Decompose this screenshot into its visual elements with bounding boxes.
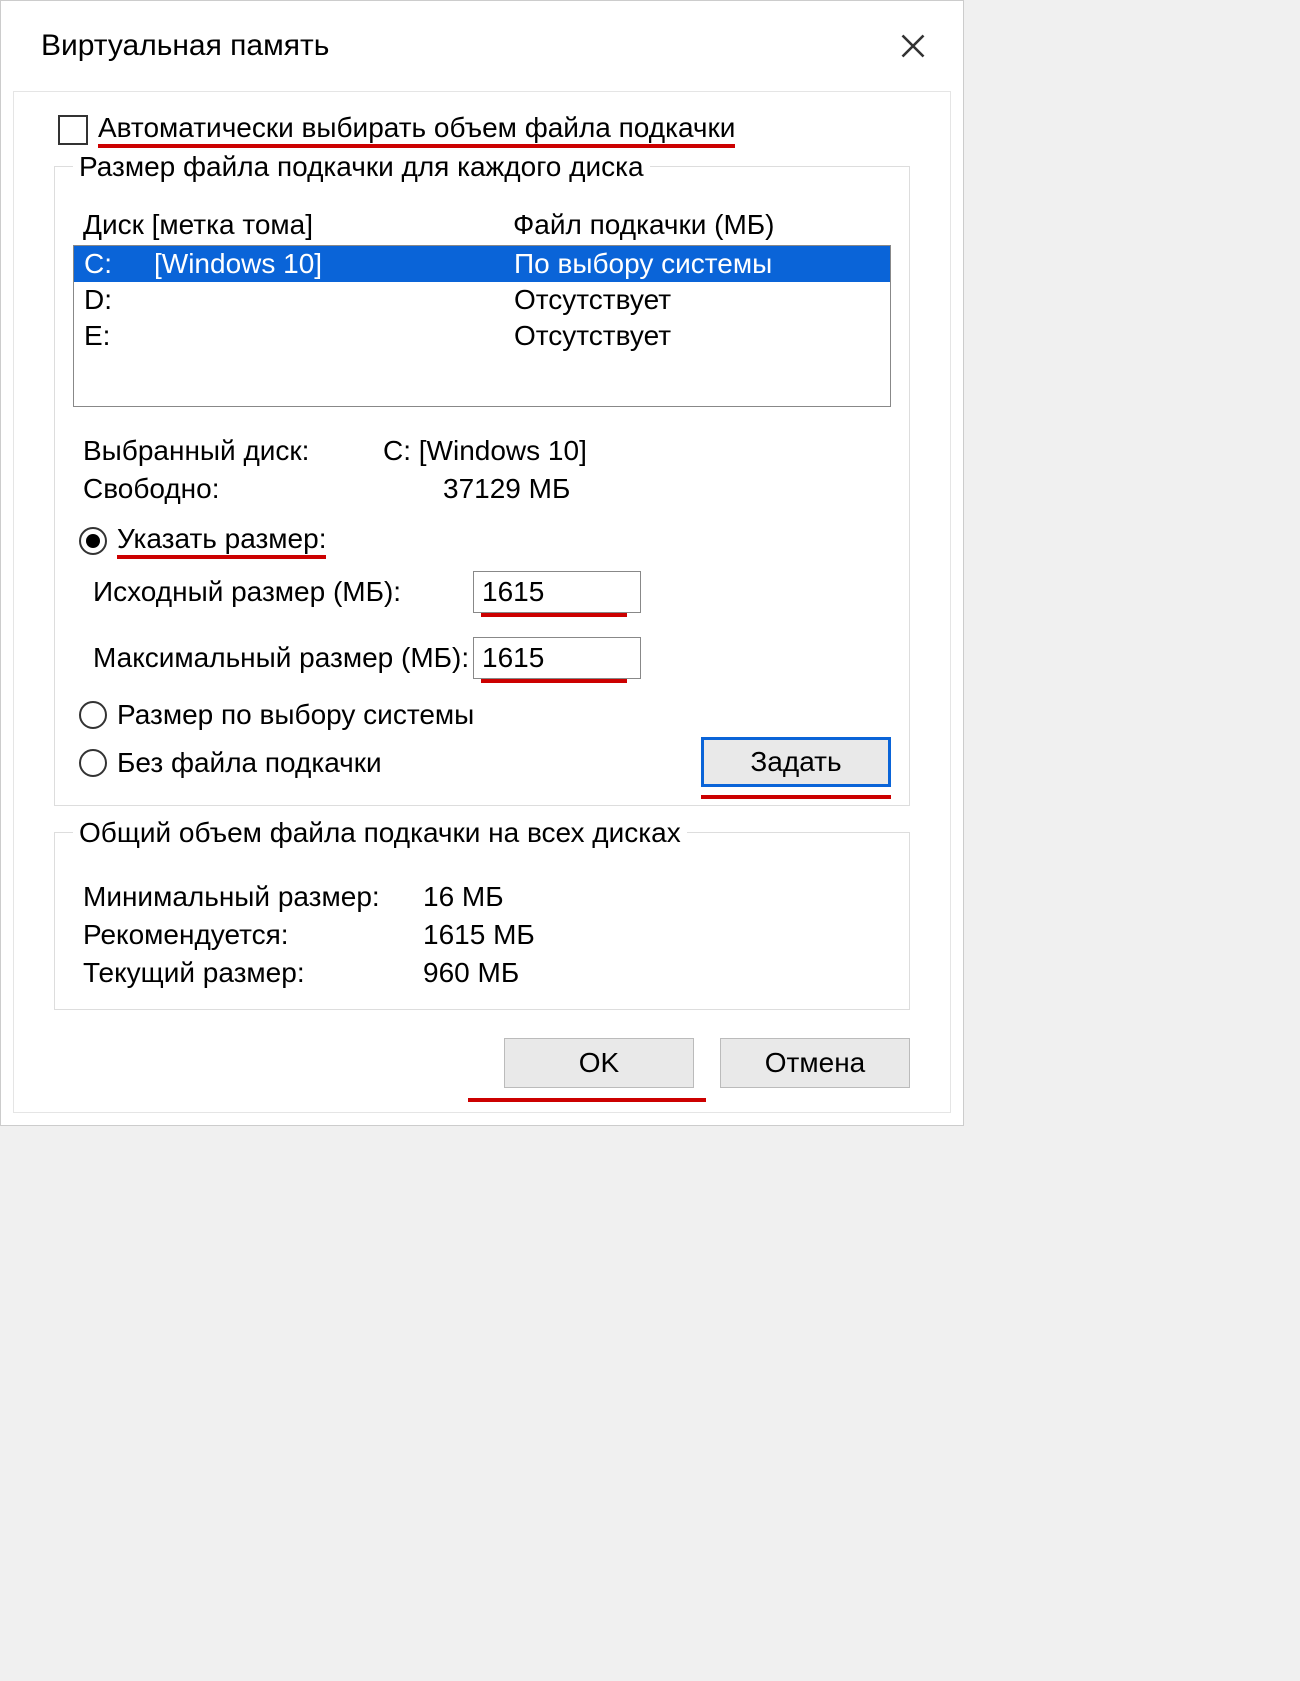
auto-manage-label: Автоматически выбирать объем файла подка… — [98, 112, 735, 148]
annotation-underline — [701, 795, 891, 799]
total-group-legend: Общий объем файла подкачки на всех диска… — [73, 817, 687, 849]
current-size-row: Текущий размер: 960 МБ — [83, 957, 891, 989]
radio-no-paging-file[interactable]: Без файла подкачки — [79, 747, 382, 779]
auto-manage-checkbox-row[interactable]: Автоматически выбирать объем файла подка… — [58, 112, 910, 148]
initial-size-row: Исходный размер (МБ): — [93, 571, 891, 613]
free-space-row: Свободно: 37129 МБ — [83, 473, 891, 505]
col-header-drive: Диск [метка тома] — [83, 209, 513, 241]
close-icon[interactable] — [883, 16, 943, 76]
radio-custom-label: Указать размер: — [117, 523, 326, 559]
virtual-memory-dialog: Виртуальная память Автоматически выбират… — [0, 0, 964, 1126]
total-paging-group: Общий объем файла подкачки на всех диска… — [54, 832, 910, 1010]
selected-drive-value: C: [Windows 10] — [383, 435, 891, 467]
annotation-underline — [481, 679, 627, 683]
col-header-pagingfile: Файл подкачки (МБ) — [513, 209, 891, 241]
ok-button[interactable]: OK — [504, 1038, 694, 1088]
current-size-value: 960 МБ — [423, 957, 891, 989]
titlebar: Виртуальная память — [1, 1, 963, 91]
checkbox-icon[interactable] — [58, 115, 88, 145]
list-item[interactable]: E: Отсутствует — [74, 318, 890, 354]
recommended-label: Рекомендуется: — [83, 919, 423, 951]
radio-system-managed[interactable]: Размер по выбору системы — [79, 699, 891, 731]
per-drive-group: Размер файла подкачки для каждого диска … — [54, 166, 910, 806]
radio-nofile-label: Без файла подкачки — [117, 747, 382, 779]
free-space-value: 37129 МБ — [383, 473, 891, 505]
max-size-row: Максимальный размер (МБ): — [93, 637, 891, 679]
free-space-label: Свободно: — [83, 473, 383, 505]
list-header: Диск [метка тома] Файл подкачки (МБ) — [83, 209, 891, 241]
dialog-title: Виртуальная память — [41, 29, 329, 63]
list-item[interactable]: C: [Windows 10] По выбору системы — [74, 246, 890, 282]
radio-system-label: Размер по выбору системы — [117, 699, 474, 731]
set-button[interactable]: Задать — [701, 737, 891, 787]
min-size-value: 16 МБ — [423, 881, 891, 913]
radio-icon[interactable] — [79, 749, 107, 777]
annotation-underline — [481, 613, 627, 617]
recommended-row: Рекомендуется: 1615 МБ — [83, 919, 891, 951]
annotation-underline — [468, 1098, 706, 1102]
initial-size-label: Исходный размер (МБ): — [93, 576, 473, 608]
max-size-label: Максимальный размер (МБ): — [93, 642, 473, 674]
initial-size-input[interactable] — [473, 571, 641, 613]
min-size-label: Минимальный размер: — [83, 881, 423, 913]
list-item[interactable]: D: Отсутствует — [74, 282, 890, 318]
selected-drive-label: Выбранный диск: — [83, 435, 383, 467]
radio-icon[interactable] — [79, 527, 107, 555]
dialog-buttons: OK Отмена — [54, 1038, 910, 1088]
min-size-row: Минимальный размер: 16 МБ — [83, 881, 891, 913]
selected-drive-row: Выбранный диск: C: [Windows 10] — [83, 435, 891, 467]
drive-listbox[interactable]: C: [Windows 10] По выбору системы D: Отс… — [73, 245, 891, 407]
radio-icon[interactable] — [79, 701, 107, 729]
max-size-input[interactable] — [473, 637, 641, 679]
cancel-button[interactable]: Отмена — [720, 1038, 910, 1088]
recommended-value: 1615 МБ — [423, 919, 891, 951]
radio-custom-size[interactable]: Указать размер: — [79, 523, 891, 559]
current-size-label: Текущий размер: — [83, 957, 423, 989]
per-drive-legend: Размер файла подкачки для каждого диска — [73, 151, 650, 183]
